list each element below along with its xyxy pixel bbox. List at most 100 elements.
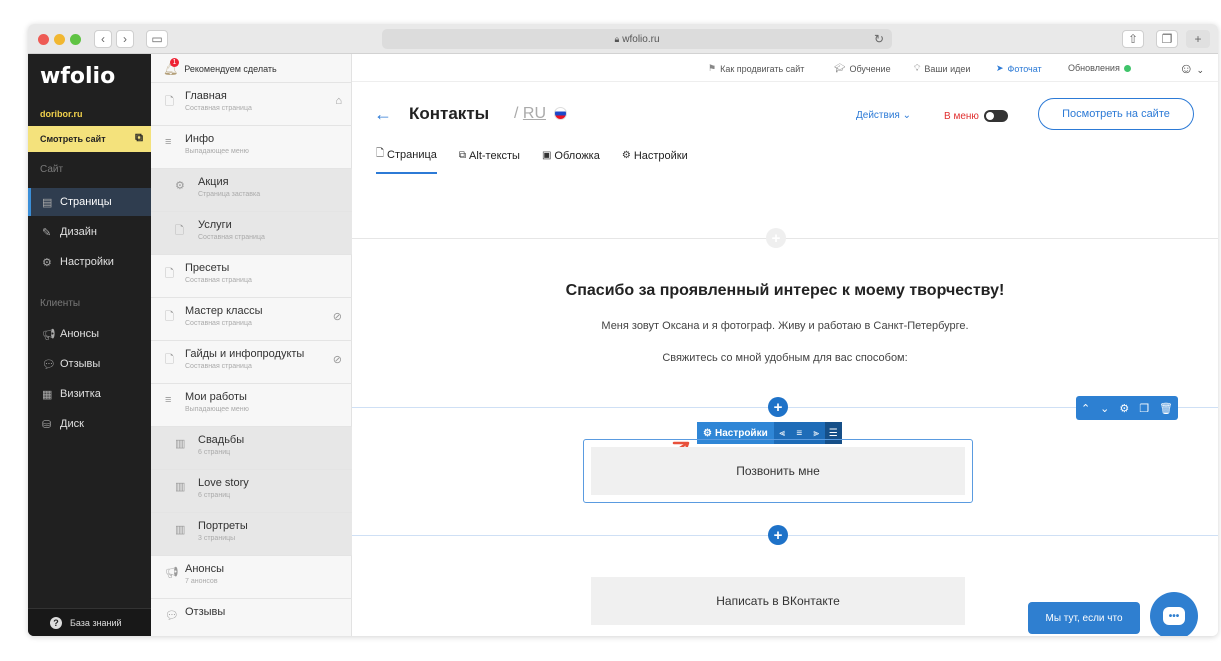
in-menu-label: В меню [944, 110, 979, 122]
view-on-site-button[interactable]: Посмотреть на сайте [1038, 98, 1194, 130]
page-item-masterclasses[interactable]: 🗋︎ Мастер классы Составная страница ⊘ [151, 297, 352, 340]
page-title: Инфо [185, 133, 215, 145]
page-item-presets[interactable]: 🗋︎ Пресеты Составная страница [151, 254, 352, 297]
sidebar-item-pages[interactable]: ▤ Страницы [28, 188, 151, 216]
forward-nav-button[interactable]: › [116, 30, 134, 48]
photochat-link[interactable]: ➤ Фоточат [996, 63, 1042, 74]
page-item-reviews[interactable]: 💬︎ Отзывы [151, 598, 352, 636]
actions-dropdown[interactable]: Действия ⌄ [856, 110, 911, 121]
move-up-icon[interactable]: ⌃ [1081, 402, 1090, 415]
site-domain[interactable]: doribor.ru [40, 109, 83, 119]
promote-label: Как продвигать сайт [720, 63, 805, 74]
chevron-down-icon: ⌄ [902, 110, 911, 121]
knowledge-base-link[interactable]: ? База знаний [28, 608, 151, 636]
sidebar-item-label: Настройки [60, 256, 114, 268]
learning-link[interactable]: 🎓︎ Обучение [834, 63, 891, 74]
chat-widget[interactable]: ••• [1150, 592, 1198, 636]
editor-tabs: 🗋︎ Страница ⧉ Alt-тексты ▣ Обложка ⚙ Настрой… [376, 146, 710, 174]
page-item-home[interactable]: 🗋︎ Главная Составная страница ⌂ [151, 82, 352, 125]
sidebar-item-reviews[interactable]: 💬︎ Отзывы [28, 350, 151, 378]
gear-icon: ⚙ [42, 256, 52, 269]
notify-badge: 1 [170, 58, 179, 67]
page-item-lovestory[interactable]: ▥ Love story 6 страниц [151, 469, 352, 512]
toggle-switch[interactable] [983, 110, 1008, 122]
user-icon: ☺ [1179, 60, 1194, 76]
new-tab-icon[interactable]: + [1186, 30, 1210, 48]
add-block-icon[interactable]: + [768, 525, 788, 545]
chat-icon: 💬︎ [42, 358, 56, 371]
chat-prompt-button[interactable]: Мы тут, если что [1028, 602, 1140, 634]
sidebar-item-settings[interactable]: ⚙ Настройки [28, 248, 151, 276]
updates-link[interactable]: Обновления [1068, 63, 1131, 73]
page-icon: 🗋︎ [376, 148, 385, 159]
page-title: Отзывы [185, 606, 226, 618]
tabs-icon[interactable]: ❐ [1156, 30, 1178, 48]
content-heading: Спасибо за проявленный интерес к моему т… [565, 282, 1005, 299]
sidebar-item-disk[interactable]: ⛁ Диск [28, 410, 151, 438]
maximize-window-icon[interactable] [70, 34, 81, 45]
selected-button-block[interactable]: Позвонить мне [583, 439, 973, 503]
tab-settings[interactable]: ⚙ Настройки [622, 146, 688, 174]
image-edit-icon: ⧉ [458, 150, 467, 161]
close-window-icon[interactable] [38, 34, 49, 45]
page-icon: 🗋︎ [165, 311, 174, 323]
chevron-down-icon: ⌄ [1196, 65, 1204, 75]
add-block-icon[interactable]: + [768, 397, 788, 417]
minimize-window-icon[interactable] [54, 34, 65, 45]
page-item-weddings[interactable]: ▥ Свадьбы 6 страниц [151, 426, 352, 469]
page-type: 7 анонсов [185, 578, 218, 585]
back-nav-button[interactable]: ‹ [94, 30, 112, 48]
user-menu[interactable]: ☺ ⌄ [1179, 60, 1204, 76]
add-block-icon[interactable]: + [766, 228, 786, 248]
page-item-promo[interactable]: ⚙ Акция Страница заставка [151, 168, 352, 211]
page-item-works[interactable]: ≡ Мои работы Выпадающее меню [151, 383, 352, 426]
sidebar-item-design[interactable]: ✎ Дизайн [28, 218, 151, 246]
tab-label: Обложка [554, 149, 600, 162]
page-item-info[interactable]: ≡ Инфо Выпадающее меню [151, 125, 352, 168]
page-item-announcements[interactable]: 📢︎ Анонсы 7 анонсов [151, 555, 352, 598]
promote-link[interactable]: ⚑ Как продвигать сайт [708, 63, 804, 74]
url-bar[interactable]: 🔒︎ wfolio.ru ↻ [382, 29, 892, 49]
vk-message-button[interactable]: Написать в ВКонтакте [591, 577, 965, 625]
view-site-button[interactable]: Смотреть сайт ⧉ [28, 126, 151, 152]
bell-icon: 🔔︎ 1 [163, 58, 179, 76]
recommendations[interactable]: 🔔︎ 1 Рекомендуем сделать [163, 58, 277, 76]
gallery-icon: ▥ [175, 481, 186, 493]
page-icon: ▤ [42, 196, 53, 209]
tab-page[interactable]: 🗋︎ Страница [376, 146, 437, 174]
page-item-portraits[interactable]: ▥ Портреты 3 страницы [151, 512, 352, 555]
move-down-icon[interactable]: ⌄ [1100, 402, 1109, 415]
tab-cover[interactable]: ▣ Обложка [542, 146, 600, 174]
page-title: Мои работы [185, 391, 247, 403]
hidden-eye-icon: ⊘ [332, 354, 342, 366]
chat-bubble-icon: ••• [1163, 607, 1185, 625]
gear-icon[interactable]: ⚙ [1119, 402, 1129, 415]
ideas-link[interactable]: 💡︎ Ваши идеи [914, 63, 970, 74]
back-arrow-icon[interactable]: ← [374, 104, 392, 125]
sidebar-item-label: Диск [60, 418, 84, 430]
browser-window: ‹ › ▭ 🔒︎ wfolio.ru ↻ ⇧ ❐ + wfolio doribo… [28, 24, 1218, 636]
card-icon: ▦ [42, 388, 53, 401]
sidebar-item-card[interactable]: ▦ Визитка [28, 380, 151, 408]
trash-icon[interactable]: 🗑︎ [1159, 402, 1173, 415]
chat-icon: 💬︎ [165, 610, 179, 622]
gallery-icon: ▥ [175, 524, 186, 536]
menu-icon: ≡ [165, 136, 172, 148]
share-icon[interactable]: ⇧ [1122, 30, 1144, 48]
in-menu-toggle[interactable]: В меню [944, 110, 1008, 122]
page-item-services[interactable]: 🗋︎ Услуги Составная страница [151, 211, 352, 254]
tab-alt-texts[interactable]: ⧉ Alt-тексты [459, 146, 520, 174]
sidebar-item-announcements[interactable]: 📢︎ Анонсы [28, 320, 151, 348]
sidebar-toggle-icon[interactable]: ▭ [146, 30, 168, 48]
call-me-button[interactable]: Позвонить мне [591, 447, 965, 495]
browser-toolbar: ‹ › ▭ 🔒︎ wfolio.ru ↻ ⇧ ❐ + [28, 24, 1218, 54]
lang-separator: / [514, 105, 519, 122]
page-type: Составная страница [185, 105, 252, 112]
language-switch[interactable]: / RU [514, 105, 568, 123]
megaphone-icon: 📢︎ [165, 567, 179, 579]
reload-icon[interactable]: ↻ [874, 32, 884, 46]
duplicate-icon[interactable]: ❐ [1139, 402, 1149, 415]
url-text: wfolio.ru [622, 33, 660, 45]
brush-icon: ✎ [42, 226, 52, 239]
page-item-guides[interactable]: 🗋︎ Гайды и инфопродукты Составная страни… [151, 340, 352, 383]
